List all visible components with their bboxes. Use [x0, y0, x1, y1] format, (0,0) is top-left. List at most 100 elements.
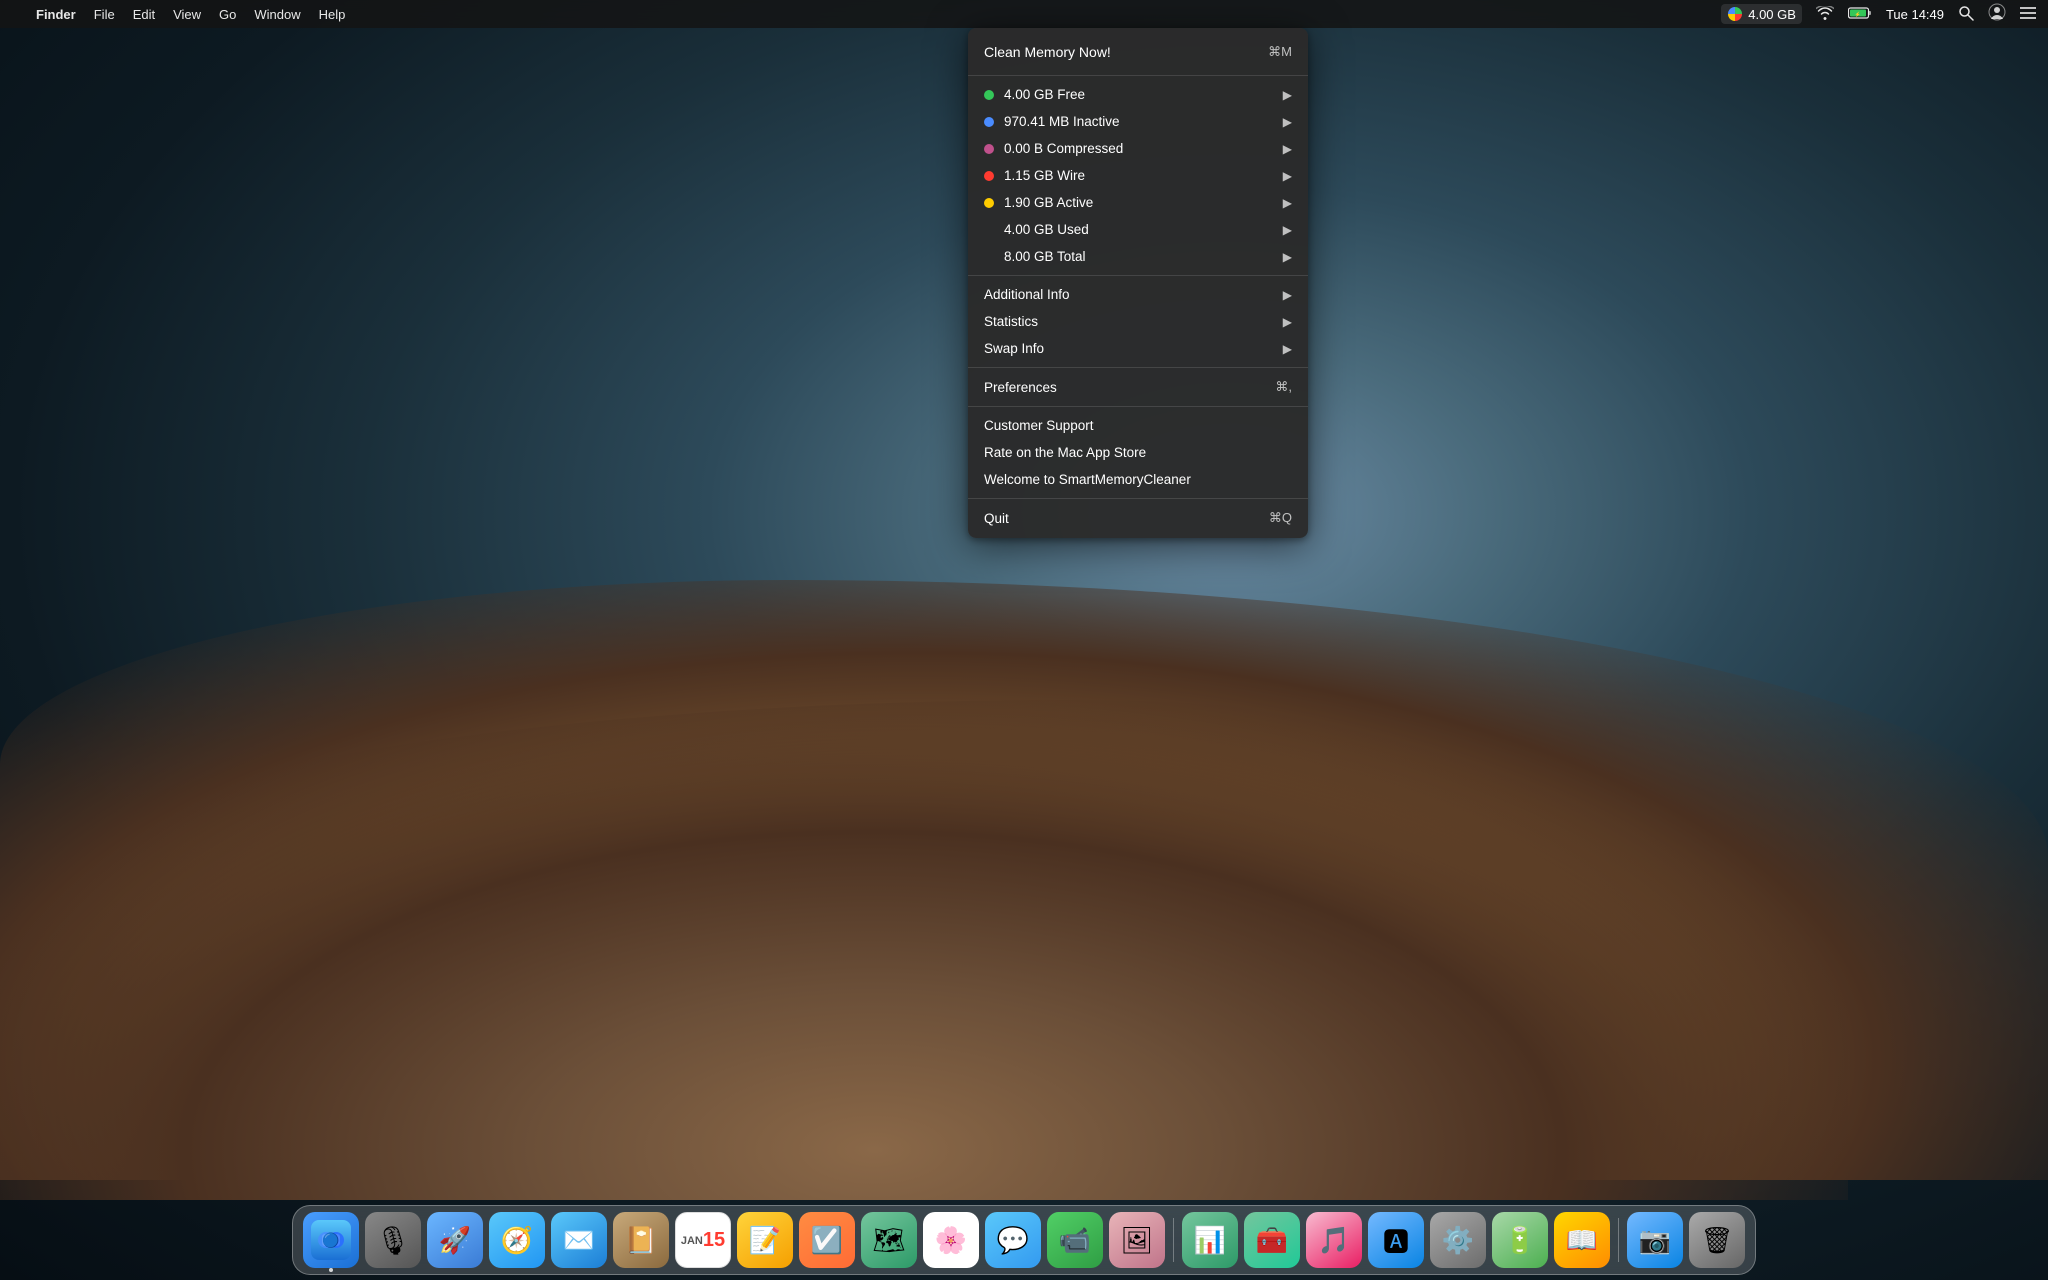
portrait-icon[interactable]	[1988, 3, 2006, 26]
memory-active-item[interactable]: 1.90 GB Active ▶	[968, 189, 1308, 216]
used-label: 4.00 GB Used	[1004, 222, 1275, 237]
additional-info-item[interactable]: Additional Info ▶	[968, 281, 1308, 308]
quit-item[interactable]: Quit ⌘Q	[968, 504, 1308, 532]
memory-wire-item[interactable]: 1.15 GB Wire ▶	[968, 162, 1308, 189]
menu-go[interactable]: Go	[219, 7, 236, 22]
menu-finder[interactable]: Finder	[36, 7, 76, 22]
quit-label: Quit	[984, 511, 1269, 526]
divider-5	[968, 498, 1308, 499]
statistics-label: Statistics	[984, 314, 1275, 329]
inactive-dot	[984, 117, 994, 127]
preferences-shortcut: ⌘,	[1275, 379, 1292, 395]
dock-separator-2	[1618, 1218, 1619, 1262]
memory-amount-label: 4.00 GB	[1748, 7, 1796, 22]
app-dropdown-menu: Clean Memory Now! ⌘M 4.00 GB Free ▶ 970.…	[968, 28, 1308, 538]
statistics-item[interactable]: Statistics ▶	[968, 308, 1308, 335]
memory-section: 4.00 GB Free ▶ 970.41 MB Inactive ▶ 0.00…	[968, 81, 1308, 270]
welcome-label: Welcome to SmartMemoryCleaner	[984, 472, 1292, 487]
dock-item-safari[interactable]: 🧭	[489, 1212, 545, 1268]
dock-item-lexi[interactable]: 📖	[1554, 1212, 1610, 1268]
dock-item-photos[interactable]: 🌸	[923, 1212, 979, 1268]
swap-info-item[interactable]: Swap Info ▶	[968, 335, 1308, 362]
menu-edit[interactable]: Edit	[133, 7, 155, 22]
divider-4	[968, 406, 1308, 407]
dock-item-mail[interactable]: ✉️	[551, 1212, 607, 1268]
clean-memory-shortcut: ⌘M	[1268, 44, 1292, 60]
dock-item-reminders[interactable]: ☑️	[799, 1212, 855, 1268]
dock-item-notefile[interactable]: 📔	[613, 1212, 669, 1268]
clean-memory-label: Clean Memory Now!	[984, 44, 1268, 60]
customer-support-label: Customer Support	[984, 418, 1292, 433]
list-icon[interactable]	[2020, 6, 2036, 23]
additional-info-label: Additional Info	[984, 287, 1275, 302]
search-icon[interactable]	[1958, 5, 1974, 24]
total-label: 8.00 GB Total	[1004, 249, 1275, 264]
swap-info-arrow: ▶	[1283, 342, 1292, 356]
active-label: 1.90 GB Active	[1004, 195, 1275, 210]
preferences-item[interactable]: Preferences ⌘,	[968, 373, 1308, 401]
submenu-section: Additional Info ▶ Statistics ▶ Swap Info…	[968, 281, 1308, 362]
dock-item-numbers[interactable]: 📊	[1182, 1212, 1238, 1268]
dock-item-battery[interactable]: 🔋	[1492, 1212, 1548, 1268]
compressed-dot	[984, 144, 994, 154]
wire-dot	[984, 171, 994, 181]
inactive-label: 970.41 MB Inactive	[1004, 114, 1275, 129]
divider-1	[968, 75, 1308, 76]
memory-compressed-item[interactable]: 0.00 B Compressed ▶	[968, 135, 1308, 162]
quit-shortcut: ⌘Q	[1269, 510, 1292, 526]
menu-file[interactable]: File	[94, 7, 115, 22]
active-dot	[984, 198, 994, 208]
dock-item-music[interactable]: 🎵	[1306, 1212, 1362, 1268]
dock-item-trash[interactable]: 🗑	[1689, 1212, 1745, 1268]
menu-help[interactable]: Help	[319, 7, 346, 22]
preferences-label: Preferences	[984, 380, 1275, 395]
wire-arrow: ▶	[1283, 169, 1292, 183]
active-arrow: ▶	[1283, 196, 1292, 210]
dock-item-notes[interactable]: 📝	[737, 1212, 793, 1268]
clean-memory-button[interactable]: Clean Memory Now! ⌘M	[968, 34, 1308, 70]
free-label: 4.00 GB Free	[1004, 87, 1275, 102]
rate-app-item[interactable]: Rate on the Mac App Store	[968, 439, 1308, 466]
dock-item-siri[interactable]: 🎙	[365, 1212, 421, 1268]
welcome-item[interactable]: Welcome to SmartMemoryCleaner	[968, 466, 1308, 493]
memory-used-item[interactable]: 4.00 GB Used ▶	[968, 216, 1308, 243]
total-arrow: ▶	[1283, 250, 1292, 264]
desktop: Finder File Edit View Go Window Help 4.0…	[0, 0, 2048, 1280]
dock-item-system-preferences[interactable]: ⚙️	[1430, 1212, 1486, 1268]
menubar: Finder File Edit View Go Window Help 4.0…	[0, 0, 2048, 28]
additional-info-arrow: ▶	[1283, 288, 1292, 302]
memory-free-item[interactable]: 4.00 GB Free ▶	[968, 81, 1308, 108]
dock-item-toolbox[interactable]: 🧰	[1244, 1212, 1300, 1268]
divider-2	[968, 275, 1308, 276]
memory-cleaner-indicator[interactable]: 4.00 GB	[1721, 4, 1802, 24]
memory-inactive-item[interactable]: 970.41 MB Inactive ▶	[968, 108, 1308, 135]
swap-info-label: Swap Info	[984, 341, 1275, 356]
dock-item-facetime[interactable]: 📹	[1047, 1212, 1103, 1268]
wifi-icon[interactable]	[1816, 6, 1834, 23]
memory-total-item[interactable]: 8.00 GB Total ▶	[968, 243, 1308, 270]
compressed-label: 0.00 B Compressed	[1004, 141, 1275, 156]
dock-item-photo-viewer[interactable]: 🖼	[1109, 1212, 1165, 1268]
divider-3	[968, 367, 1308, 368]
menu-window[interactable]: Window	[254, 7, 300, 22]
dock-item-finder[interactable]: 🔵	[303, 1212, 359, 1268]
battery-icon[interactable]: ⚡	[1848, 6, 1872, 23]
menubar-left: Finder File Edit View Go Window Help	[12, 7, 345, 22]
dock-item-launchpad[interactable]: 🚀	[427, 1212, 483, 1268]
svg-text:⚡: ⚡	[1855, 11, 1861, 18]
menu-view[interactable]: View	[173, 7, 201, 22]
dock: 🔵 🎙 🚀 🧭 ✉️ 📔 JAN 15 �	[292, 1205, 1756, 1275]
dock-item-calendar[interactable]: JAN 15	[675, 1212, 731, 1268]
customer-support-item[interactable]: Customer Support	[968, 412, 1308, 439]
finder-dot	[329, 1268, 333, 1272]
dock-item-appstore[interactable]: 🅰	[1368, 1212, 1424, 1268]
statistics-arrow: ▶	[1283, 315, 1292, 329]
compressed-arrow: ▶	[1283, 142, 1292, 156]
dock-item-messages[interactable]: 💬	[985, 1212, 1041, 1268]
inactive-arrow: ▶	[1283, 115, 1292, 129]
dock-item-maps[interactable]: 🗺	[861, 1212, 917, 1268]
used-arrow: ▶	[1283, 223, 1292, 237]
free-arrow: ▶	[1283, 88, 1292, 102]
menubar-right: 4.00 GB ⚡ Tue 14:49	[1721, 3, 2036, 26]
dock-item-screenshot[interactable]: 📷	[1627, 1212, 1683, 1268]
